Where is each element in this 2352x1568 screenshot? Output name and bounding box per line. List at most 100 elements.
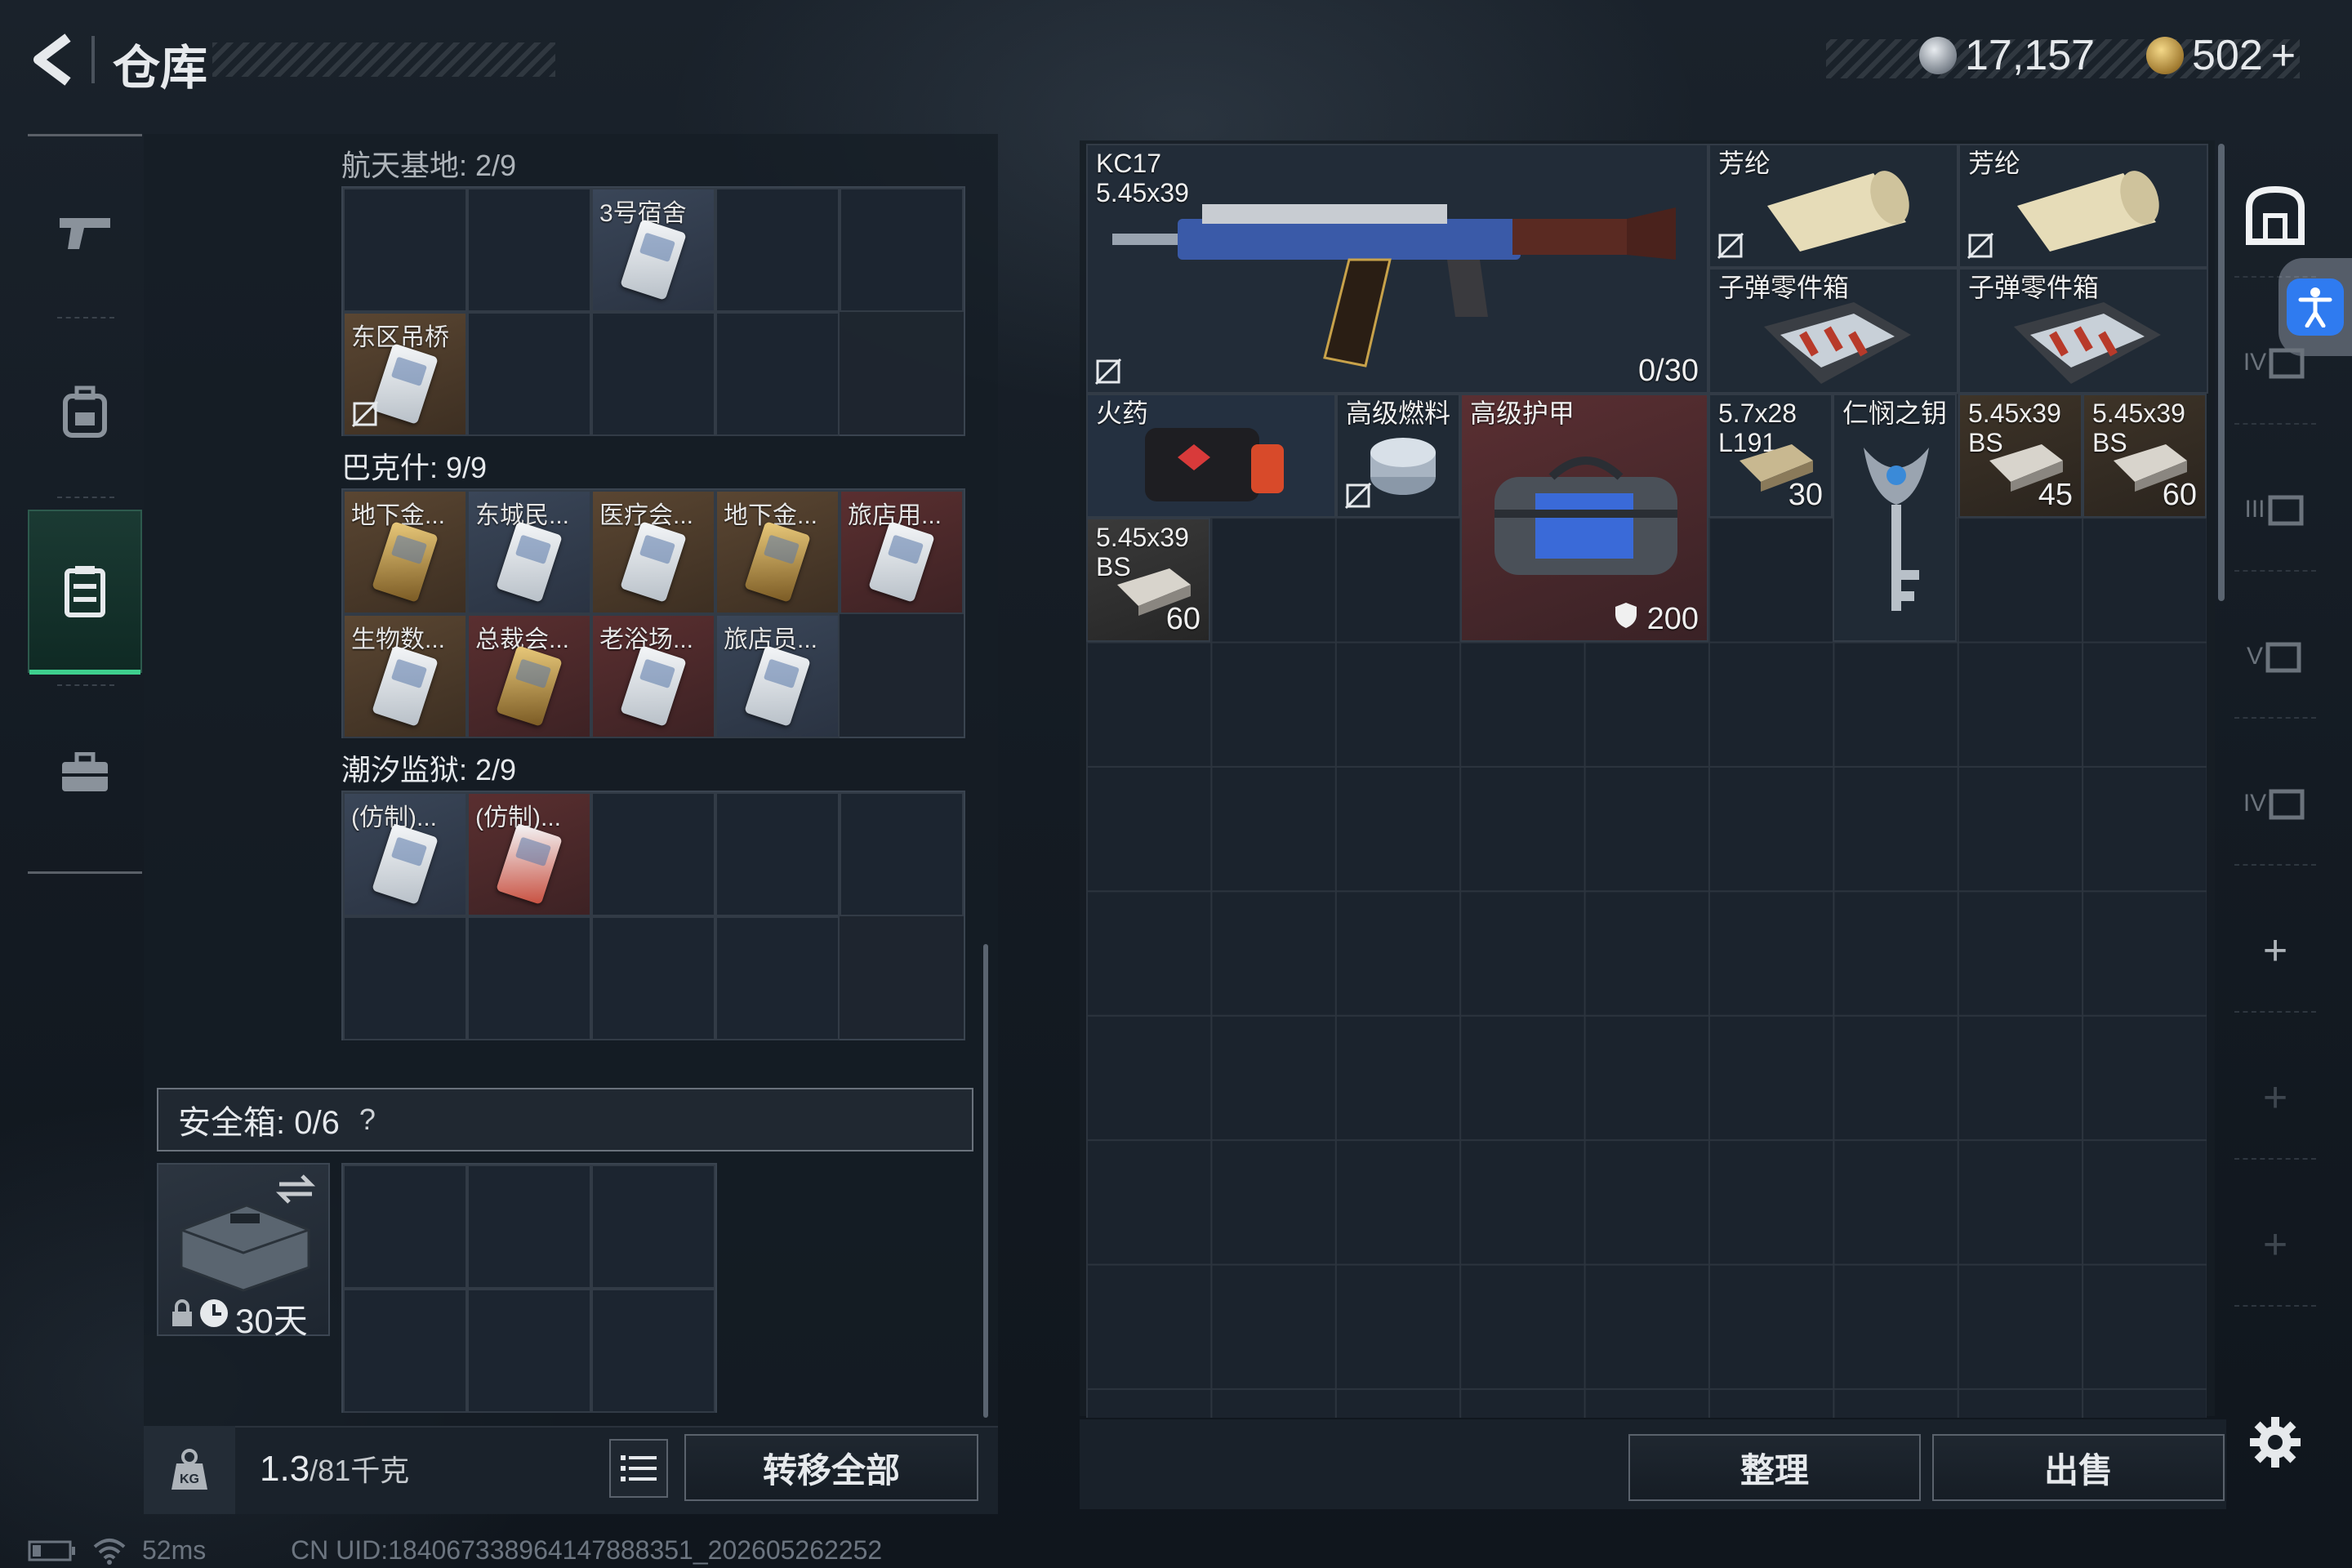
tier-label: V xyxy=(2246,643,2263,670)
keycard-item[interactable]: 旅店用... xyxy=(840,490,964,614)
container-icon xyxy=(2268,495,2303,526)
grid-slot[interactable] xyxy=(715,312,840,436)
ammo-caliber: 5.45x39 xyxy=(1968,399,2061,428)
sell-button[interactable]: 出售 xyxy=(1932,1434,2225,1501)
aramid-item[interactable]: 芳纶 xyxy=(1708,144,1958,268)
grid-slot[interactable] xyxy=(467,1165,591,1289)
grid-slot[interactable] xyxy=(343,1289,467,1413)
list-view-button[interactable] xyxy=(609,1439,668,1498)
no-trade-icon xyxy=(351,400,379,428)
lock-icon xyxy=(172,1299,192,1326)
keycard-item[interactable]: 东区吊桥 xyxy=(343,312,467,436)
bullet-parts-item[interactable]: 子弹零件箱 xyxy=(1708,268,1958,394)
rail-add-button[interactable]: + xyxy=(2234,1184,2316,1307)
nav-weapons[interactable] xyxy=(28,150,142,314)
grid-slot[interactable] xyxy=(715,188,840,312)
keycard-icon xyxy=(496,822,563,905)
keycard-item[interactable]: 医疗会... xyxy=(591,490,715,614)
nav-backpack[interactable] xyxy=(28,330,142,493)
settings-button[interactable] xyxy=(2243,1410,2308,1475)
grid-slot[interactable] xyxy=(591,1289,715,1413)
gold-plus-icon[interactable]: + xyxy=(2271,31,2296,80)
fuel-item[interactable]: 高级燃料 xyxy=(1336,394,1460,518)
nav-toolbox[interactable] xyxy=(28,691,142,854)
safebox-duration: 30天 xyxy=(235,1302,308,1340)
rifle-item[interactable]: KC17 5.45x39 0/30 xyxy=(1086,144,1708,394)
keycard-item[interactable]: 地下金... xyxy=(343,490,467,614)
svg-text:KG: KG xyxy=(180,1472,199,1486)
rail-container-tier[interactable]: III xyxy=(2234,449,2316,572)
currency-gold[interactable]: 502 + xyxy=(2146,31,2296,80)
fuel-canister-icon xyxy=(1370,438,1436,495)
keycard-item[interactable]: 东城民... xyxy=(467,490,591,614)
grid-slot[interactable] xyxy=(715,916,840,1040)
weight-display: 1.3/81千克 xyxy=(260,1447,409,1490)
back-arrow-icon xyxy=(33,33,71,86)
grid-slot[interactable] xyxy=(840,188,964,312)
keycard-icon xyxy=(744,520,811,603)
page-title: 仓库 xyxy=(113,42,208,95)
keycard-icon xyxy=(496,644,563,727)
section-title-tidal-prison: 潮汐监狱: 2/9 xyxy=(341,753,517,786)
sort-button[interactable]: 整理 xyxy=(1628,1434,1921,1501)
ammo-count: 0/30 xyxy=(1638,354,1699,388)
help-icon[interactable]: ? xyxy=(351,1102,384,1136)
grid-slot[interactable] xyxy=(467,916,591,1040)
no-trade-icon xyxy=(1717,232,1744,260)
keycard-item[interactable]: 地下金... xyxy=(715,490,840,614)
keycard-item[interactable]: 生物数... xyxy=(343,614,467,738)
grid-slot[interactable] xyxy=(840,792,964,916)
ammo-item[interactable]: 5.45x39 BS 60 xyxy=(1086,518,1210,642)
grid-slot[interactable] xyxy=(591,792,715,916)
grid-slot[interactable] xyxy=(467,312,591,436)
rail-container-tier[interactable]: IV xyxy=(2234,302,2316,425)
ammo-count: 30 xyxy=(1788,478,1823,512)
left-scrollbar[interactable] xyxy=(983,944,988,1418)
grid-slot[interactable] xyxy=(591,1165,715,1289)
rail-add-button[interactable]: + xyxy=(2234,890,2316,1013)
key-item[interactable]: 仁悯之钥 xyxy=(1833,394,1957,642)
weight-lock-button[interactable]: KG xyxy=(144,1426,235,1514)
gunpowder-item[interactable]: 火药 xyxy=(1086,394,1336,518)
armor-item[interactable]: 高级护甲 200 xyxy=(1460,394,1708,642)
stash-scrollbar[interactable] xyxy=(2218,144,2225,601)
keycard-item[interactable]: 总裁会... xyxy=(467,614,591,738)
section-title-bakhsh: 巴克什: 9/9 xyxy=(341,451,488,484)
transfer-all-button[interactable]: 转移全部 xyxy=(684,1434,978,1501)
grid-slot[interactable] xyxy=(343,1165,467,1289)
locker-icon xyxy=(65,566,105,617)
grid-slot[interactable] xyxy=(591,916,715,1040)
rail-add-button[interactable]: + xyxy=(2234,1037,2316,1160)
grid-slot[interactable] xyxy=(343,188,467,312)
keycard-icon xyxy=(372,342,439,425)
back-button[interactable] xyxy=(23,28,80,91)
safebox-label: 安全箱: 0/6 xyxy=(178,1105,340,1141)
ammo-item[interactable]: 5.7x28 L191 30 xyxy=(1708,394,1833,518)
keycard-icon xyxy=(372,520,439,603)
grid-slot[interactable] xyxy=(467,188,591,312)
keycard-icon xyxy=(496,520,563,603)
grid-slot[interactable] xyxy=(591,312,715,436)
nav-separator xyxy=(57,317,114,318)
grid-slot[interactable] xyxy=(715,792,840,916)
grid-slot[interactable] xyxy=(343,916,467,1040)
safebox-item[interactable]: 30天 xyxy=(157,1163,330,1340)
keycard-item[interactable]: 旅店员... xyxy=(715,614,840,738)
container-icon xyxy=(2265,642,2301,673)
header-divider xyxy=(91,36,95,83)
rail-container-tier[interactable]: IV xyxy=(2234,743,2316,866)
tier-label: IV xyxy=(2243,790,2267,817)
grid-slot[interactable] xyxy=(467,1289,591,1413)
keycard-item[interactable]: (仿制)... xyxy=(343,792,467,916)
nav-warehouse[interactable] xyxy=(28,510,142,675)
keycard-item[interactable]: 老浴场... xyxy=(591,614,715,738)
ammo-item[interactable]: 5.45x39 BS 60 xyxy=(2082,394,2207,518)
keycard-item[interactable]: (仿制)... xyxy=(467,792,591,916)
rail-container-tier[interactable]: V xyxy=(2234,596,2316,719)
bullet-parts-item[interactable]: 子弹零件箱 xyxy=(1958,268,2208,394)
keycard-item[interactable]: 3号宿舍 xyxy=(591,188,715,312)
ammo-item[interactable]: 5.45x39 BS 45 xyxy=(1958,394,2082,518)
aramid-item[interactable]: 芳纶 xyxy=(1958,144,2208,268)
container-icon xyxy=(2269,348,2305,379)
safebox-grid xyxy=(341,1163,717,1413)
